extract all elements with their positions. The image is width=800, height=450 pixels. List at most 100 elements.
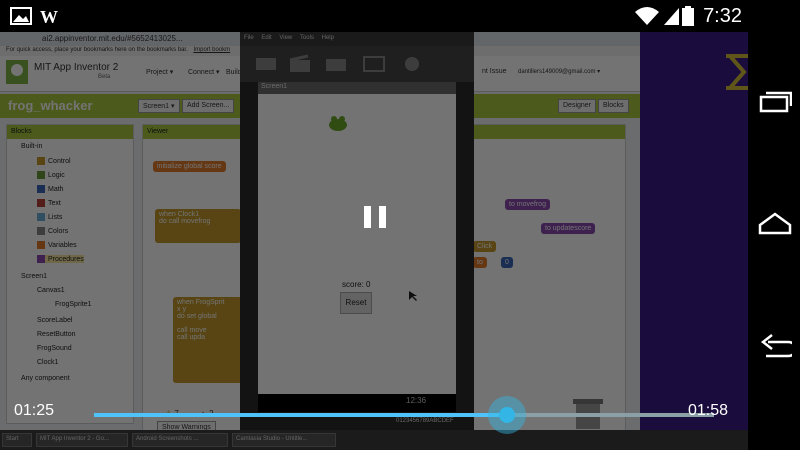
- import-bookmarks-link[interactable]: Import bookm: [193, 47, 230, 53]
- screen-select-button[interactable]: Screen1 ▾: [138, 99, 180, 113]
- emulator-screen[interactable]: Screen1 score: 0 Reset: [258, 82, 456, 394]
- tree-item-scorelabel[interactable]: ScoreLabel: [37, 317, 72, 324]
- tree-builtin[interactable]: Built-in: [21, 143, 42, 150]
- tree-item-variables[interactable]: Variables: [37, 241, 77, 249]
- tree-item-canvas1[interactable]: Canvas1: [37, 287, 65, 294]
- block-label: upda: [189, 334, 206, 341]
- tree-item-label: Lists: [48, 213, 63, 221]
- taskbar-item-app-inventor[interactable]: MIT App Inventor 2 - Go...: [36, 433, 128, 447]
- logic-icon: [37, 171, 45, 179]
- reset-button[interactable]: Reset: [340, 292, 372, 314]
- tree-item-control[interactable]: Control: [37, 157, 71, 165]
- emu-menu-tools[interactable]: Tools: [300, 35, 314, 41]
- block-label: when: [177, 299, 194, 306]
- add-screen-button[interactable]: Add Screen...: [182, 99, 235, 113]
- tree-item-procedures[interactable]: Procedures: [37, 255, 84, 263]
- block-to-movefrog[interactable]: to movefrog: [505, 199, 550, 210]
- emulator-window: File Edit View Tools Help Screen1 score:…: [240, 32, 474, 432]
- menu-report-issue[interactable]: nt Issue: [482, 68, 507, 75]
- block-label: initialize global: [157, 163, 203, 170]
- logo-fragment-icon: [726, 54, 748, 90]
- tree-screen1[interactable]: Screen1: [21, 273, 47, 280]
- status-clock: 7:32: [703, 5, 742, 27]
- recent-apps-icon[interactable]: [758, 84, 792, 118]
- pause-button[interactable]: [360, 202, 390, 232]
- folder-tool-icon[interactable]: [324, 54, 348, 74]
- block-label: Clock1: [177, 211, 200, 218]
- block-click[interactable]: Click: [473, 241, 497, 252]
- block-label: call: [168, 218, 180, 225]
- seek-bar-played: [94, 413, 508, 417]
- block-label: call: [177, 334, 188, 341]
- start-button[interactable]: Start: [2, 433, 32, 447]
- tree-item-resetbutton[interactable]: ResetButton: [37, 331, 76, 338]
- video-content: ai2.appinventor.mit.edu/#5652413025... F…: [0, 32, 748, 450]
- tree-item-label: Math: [48, 185, 64, 193]
- signal-icon: [664, 8, 679, 25]
- tree-item-logic[interactable]: Logic: [37, 171, 65, 179]
- app-beta-label: Beta: [98, 74, 111, 80]
- block-label: move: [189, 327, 207, 334]
- background-window: [640, 32, 748, 432]
- menu-project[interactable]: Project ▾: [146, 68, 173, 76]
- block-label: score: [204, 163, 222, 170]
- block-to-updatescore[interactable]: to updatescore: [541, 223, 596, 234]
- block-label: x: [177, 306, 181, 313]
- url-text: ai2.appinventor.mit.edu/#5652413025...: [42, 34, 183, 43]
- video-frame[interactable]: ai2.appinventor.mit.edu/#5652413025... F…: [0, 32, 748, 450]
- tree-item-colors[interactable]: Colors: [37, 227, 68, 235]
- settings-tool-icon[interactable]: [400, 54, 424, 74]
- tree-item-frogsprite1[interactable]: FrogSprite1: [55, 301, 92, 308]
- taskbar-item-camtasia[interactable]: Camtasia Studio - Untitle...: [232, 433, 336, 447]
- emu-menu-view[interactable]: View: [279, 35, 292, 41]
- block-label: set: [186, 313, 197, 320]
- emulator-menu-bar: File Edit View Tools Help: [240, 32, 474, 46]
- designer-button[interactable]: Designer: [558, 99, 597, 113]
- lists-icon: [37, 213, 45, 221]
- total-time: 01:58: [688, 402, 729, 419]
- emu-menu-edit[interactable]: Edit: [261, 35, 271, 41]
- block-to[interactable]: to: [473, 257, 487, 268]
- user-account[interactable]: dantillers149009@gmail.com ▾: [518, 68, 600, 75]
- block-label: FrogSprit: [195, 299, 225, 306]
- nav-bar: [748, 32, 800, 450]
- math-icon: [37, 185, 45, 193]
- home-icon[interactable]: [758, 206, 792, 240]
- tree-any-component[interactable]: Any component: [21, 375, 70, 382]
- tree-item-label: Logic: [48, 171, 65, 179]
- windows-taskbar: Start MIT App Inventor 2 - Go... Android…: [0, 430, 748, 450]
- tree-item-frogsound[interactable]: FrogSound: [37, 345, 72, 352]
- pause-bar-right: [379, 206, 386, 228]
- frog-sprite-icon[interactable]: [328, 114, 348, 132]
- mouse-cursor-icon: [409, 291, 417, 301]
- block-label: do: [177, 313, 185, 320]
- block-when-clock[interactable]: when Clock1 do call movefrog: [155, 209, 241, 243]
- tree-item-text[interactable]: Text: [37, 199, 61, 207]
- colors-icon: [37, 227, 45, 235]
- seek-bar[interactable]: [94, 396, 714, 434]
- back-icon[interactable]: [758, 330, 792, 364]
- clapper-tool-icon[interactable]: [288, 54, 312, 74]
- emulator-nav-bar: 12:36: [258, 394, 456, 412]
- block-zero[interactable]: 0: [501, 257, 513, 268]
- procedures-icon: [37, 255, 45, 263]
- screen-tool-icon[interactable]: [362, 54, 386, 74]
- status-bar: W 7:32: [0, 0, 800, 32]
- tree-item-lists[interactable]: Lists: [37, 213, 62, 221]
- current-time: 01:25: [14, 402, 55, 419]
- record-tool-icon[interactable]: [254, 54, 278, 74]
- emu-menu-file[interactable]: File: [244, 35, 254, 41]
- emu-menu-help[interactable]: Help: [322, 35, 334, 41]
- taskbar-item-screenshots[interactable]: Android Screenshots ...: [132, 433, 228, 447]
- blocks-button[interactable]: Blocks: [598, 99, 629, 113]
- tree-item-clock1[interactable]: Clock1: [37, 359, 58, 366]
- menu-connect[interactable]: Connect ▾: [188, 68, 220, 76]
- tree-item-math[interactable]: Math: [37, 185, 64, 193]
- block-init-global[interactable]: initialize global score: [153, 161, 226, 172]
- seek-thumb-dot: [499, 407, 516, 423]
- blocks-panel-header: Blocks: [7, 125, 133, 139]
- block-label: do: [159, 218, 167, 225]
- tree-item-label: Variables: [48, 241, 77, 249]
- app-screen-title: Screen1: [258, 82, 456, 94]
- control-icon: [37, 157, 45, 165]
